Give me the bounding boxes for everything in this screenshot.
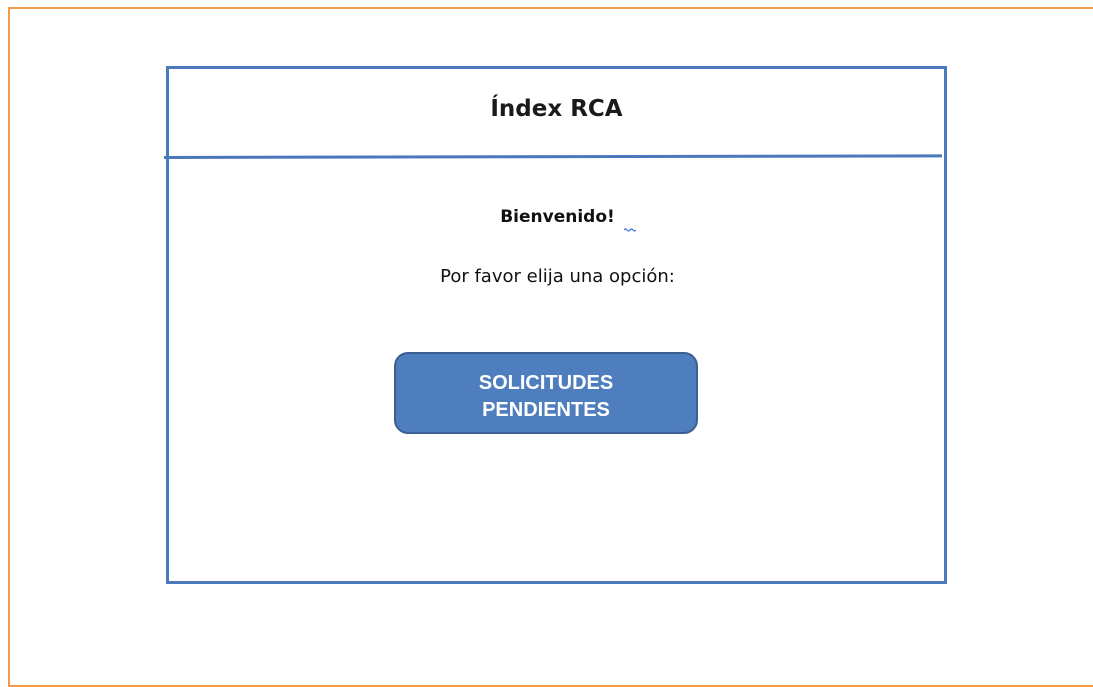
instruction-text: Por favor elija una opción: — [440, 266, 675, 287]
page-title: Índex RCA — [490, 96, 623, 122]
pending-requests-button-label: SOLICITUDES PENDIENTES — [396, 370, 696, 424]
button-label-line-2: PENDIENTES — [482, 399, 610, 421]
button-label-line-1: SOLICITUDES — [478, 372, 614, 394]
spellcheck-squiggle-icon — [624, 228, 636, 232]
pending-requests-button[interactable]: SOLICITUDES PENDIENTES — [394, 352, 698, 434]
welcome-text: Bienvenido! — [500, 207, 615, 227]
main-window — [166, 66, 947, 584]
